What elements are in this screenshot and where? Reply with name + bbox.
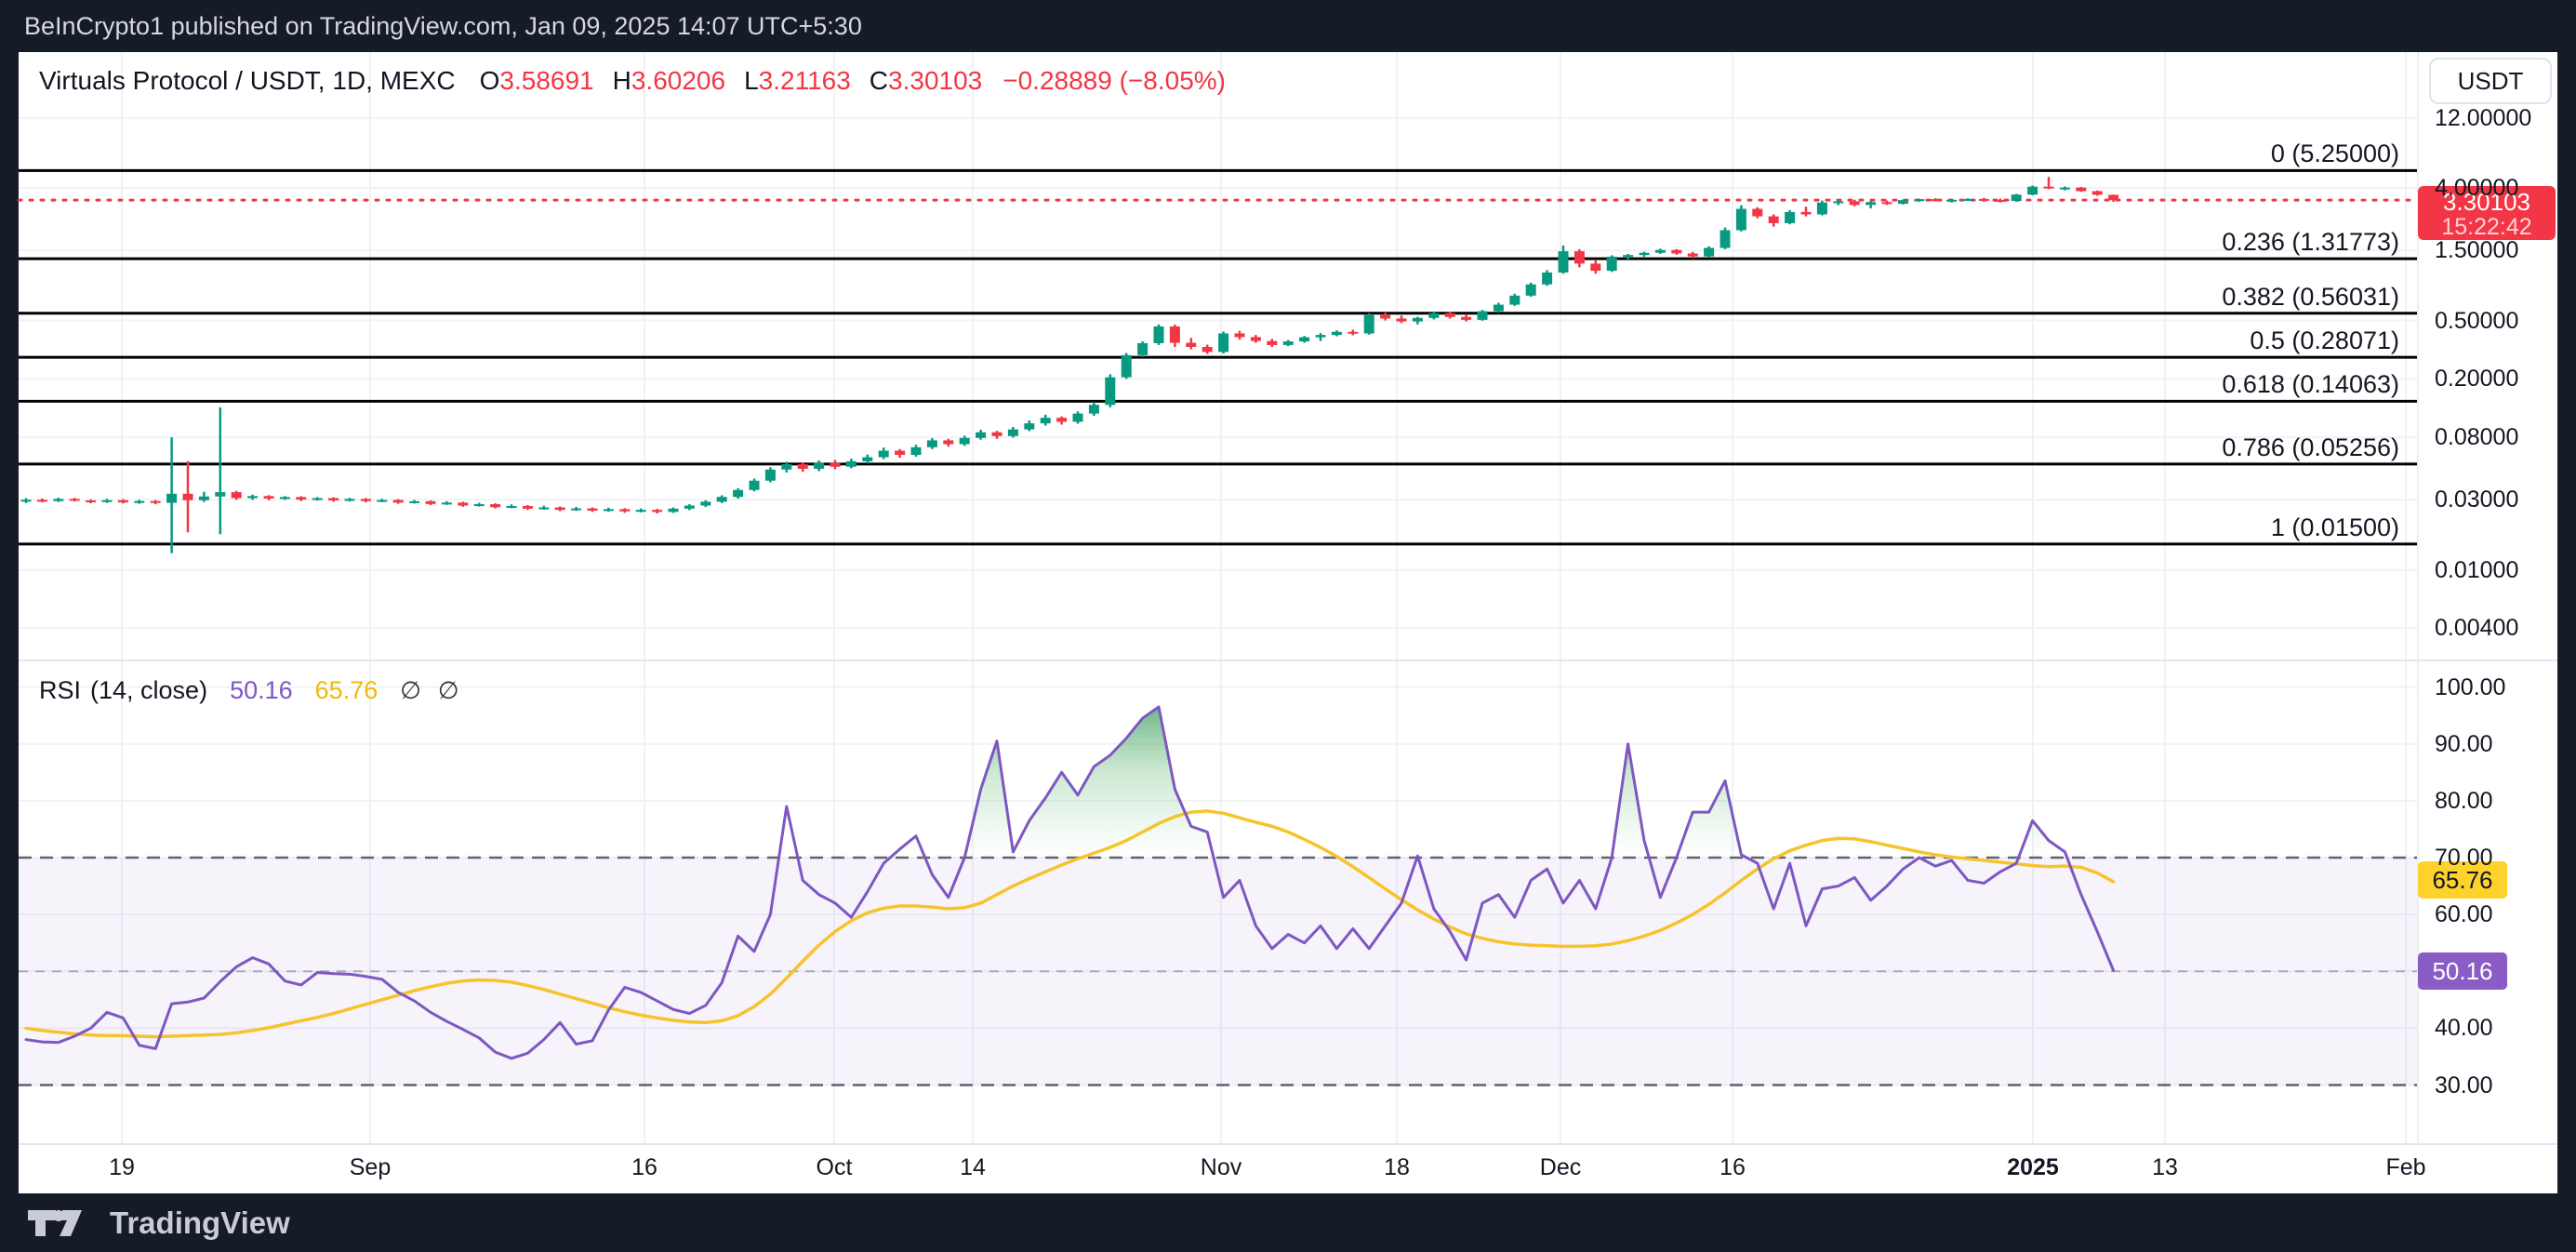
- rsi-axis-tick: 80.00: [2435, 788, 2493, 815]
- rsi-axis-tick: 90.00: [2435, 731, 2493, 758]
- price-axis-tick: 0.50000: [2435, 308, 2518, 335]
- ohlc-close: C3.30103: [870, 66, 982, 96]
- fib-level-label: 0.786 (0.05256): [2222, 433, 2399, 462]
- tradingview-logo-icon[interactable]: [28, 1209, 82, 1237]
- time-axis-tick: Nov: [1201, 1154, 1242, 1181]
- footer-brand[interactable]: TradingView: [110, 1205, 290, 1241]
- bar-countdown: 15:22:42: [2418, 216, 2556, 239]
- time-axis-tick: 2025: [2007, 1154, 2059, 1181]
- rsi-ma-value: 65.76: [315, 676, 378, 705]
- fib-level-label: 0.382 (0.56031): [2222, 283, 2399, 312]
- time-axis-tick: 16: [631, 1154, 657, 1181]
- price-axis-tick: 0.00400: [2435, 615, 2518, 642]
- price-axis-tick: 0.03000: [2435, 486, 2518, 513]
- symbol-header[interactable]: Virtuals Protocol / USDT, 1D, MEXC O3.58…: [39, 65, 1226, 97]
- price-axis-tick: 0.01000: [2435, 557, 2518, 584]
- footer-bar: TradingView: [0, 1193, 2576, 1252]
- rsi-axis-tick: 60.00: [2435, 901, 2493, 928]
- time-axis-tick: Sep: [350, 1154, 391, 1181]
- ohlc-low: L3.21163: [744, 66, 851, 96]
- fib-level-label: 0 (5.25000): [2271, 140, 2399, 168]
- rsi-title: RSI: [39, 676, 81, 705]
- time-axis-tick: Feb: [2385, 1154, 2425, 1181]
- rsi-axis-tick: 30.00: [2435, 1072, 2493, 1099]
- rsi-axis-tick: 100.00: [2435, 674, 2505, 701]
- time-axis-tick: 13: [2152, 1154, 2178, 1181]
- price-axis-tick: 0.08000: [2435, 424, 2518, 451]
- time-axis-tick: 18: [1384, 1154, 1410, 1181]
- time-axis-tick: Oct: [817, 1154, 853, 1181]
- fib-level-label: 0.618 (0.14063): [2222, 370, 2399, 399]
- price-axis-tick: 0.20000: [2435, 366, 2518, 393]
- time-axis-tick: 16: [1720, 1154, 1746, 1181]
- tradingview-screenshot: BeInCrypto1 published on TradingView.com…: [0, 0, 2576, 1252]
- rsi-value: 50.16: [230, 676, 293, 705]
- price-axis-tick: 1.50000: [2435, 237, 2518, 264]
- rsi-params: (14, close): [90, 676, 207, 705]
- time-axis-tick: 14: [960, 1154, 986, 1181]
- price-axis-tick: 4.00000: [2435, 175, 2518, 202]
- fib-level-label: 0.5 (0.28071): [2250, 326, 2399, 355]
- rsi-legend[interactable]: RSI (14, close) 50.16 65.76 ∅ ∅: [39, 675, 476, 705]
- rsi-axis-tick: 40.00: [2435, 1015, 2493, 1042]
- ohlc-open: O3.58691: [480, 66, 594, 96]
- fib-level-label: 0.236 (1.31773): [2222, 228, 2399, 257]
- change-value: −0.28889 (−8.05%): [1003, 66, 1226, 96]
- rsi-value-badge: 50.16: [2418, 952, 2507, 990]
- empty-set-icon: ∅: [400, 676, 421, 705]
- ohlc-high: H3.60206: [613, 66, 725, 96]
- empty-set-icon: ∅: [438, 676, 459, 705]
- price-axis-tick: 12.00000: [2435, 105, 2531, 132]
- time-axis-tick: Dec: [1540, 1154, 1581, 1181]
- fib-level-label: 1 (0.01500): [2271, 513, 2399, 542]
- price-chart-canvas[interactable]: [0, 0, 2576, 1252]
- time-axis-tick: 19: [109, 1154, 135, 1181]
- symbol-title[interactable]: Virtuals Protocol / USDT, 1D, MEXC: [39, 66, 456, 96]
- currency-toggle[interactable]: USDT: [2429, 58, 2552, 104]
- rsi-axis-tick: 70.00: [2435, 845, 2493, 872]
